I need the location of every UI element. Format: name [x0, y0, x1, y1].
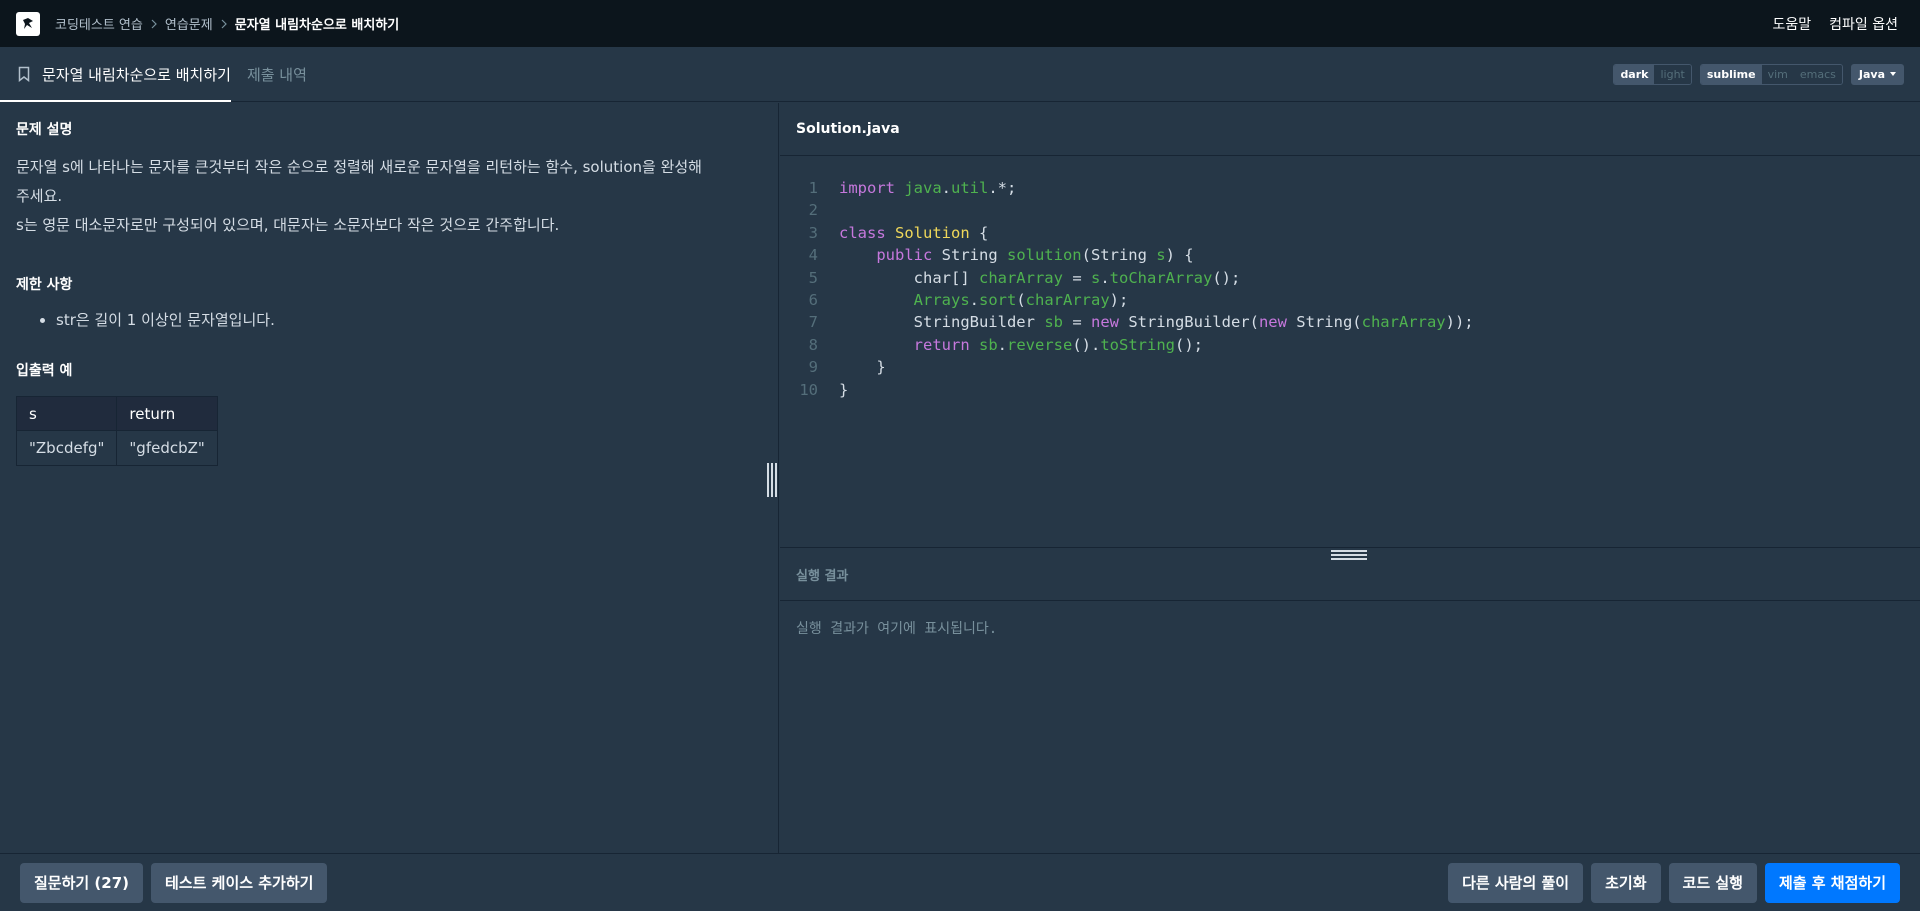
code-editor[interactable]: 1 import java.util.*; 2 3 class Solution {…: [780, 157, 1920, 547]
constraint-item: str은 길이 1 이상인 문자열입니다.: [56, 308, 762, 332]
result-title: 실행 결과: [796, 568, 849, 584]
description-line: 주세요.: [16, 187, 63, 205]
help-link[interactable]: 도움말: [1773, 14, 1812, 34]
language-select-value: Java: [1858, 67, 1885, 81]
problem-panel: 문제 설명 문자열 s에 나타나는 문자를 큰것부터 작은 순으로 정렬해 새로…: [0, 103, 779, 853]
io-example-table: s return "Zbcdefg" "gfedcbZ": [15, 396, 219, 466]
line-number: 9: [808, 358, 818, 377]
table-header-s: s: [15, 396, 118, 431]
reset-button[interactable]: 초기화: [1591, 862, 1661, 903]
keymap-sublime-option[interactable]: sublime: [1700, 64, 1762, 84]
table-header-return: return: [116, 396, 219, 431]
description-line: s는 영문 대소문자로만 구성되어 있으며, 대문자는 소문자보다 작은 것으로…: [16, 216, 560, 234]
constraints-title: 제한 사항: [16, 277, 73, 293]
table-cell: "Zbcdefg": [15, 430, 118, 466]
tab-submissions[interactable]: 제출 내역: [247, 47, 307, 101]
theme-light-option[interactable]: light: [1654, 64, 1691, 84]
line-number: 8: [808, 335, 818, 354]
chevron-right-icon: [151, 19, 157, 29]
breadcrumb-current: 문자열 내림차순으로 배치하기: [234, 18, 400, 33]
editor-header: Solution.java: [780, 103, 1920, 156]
keymap-toggle: sublime vim emacs: [1699, 63, 1843, 85]
keymap-vim-option[interactable]: vim: [1761, 64, 1794, 84]
bottom-bar: 질문하기 (27) 테스트 케이스 추가하기 다른 사람의 풀이 초기화 코드 …: [0, 853, 1920, 911]
code-line: 7 StringBuilder sb = new StringBuilder(n…: [780, 311, 1920, 333]
code-line: 9 }: [780, 356, 1920, 378]
line-number: 4: [808, 246, 818, 265]
description-title: 문제 설명: [16, 122, 73, 138]
code-line: 6 Arrays.sort(charArray);: [780, 289, 1920, 311]
code-line: 5 char[] charArray = s.toCharArray();: [780, 267, 1920, 289]
top-nav: 코딩테스트 연습 연습문제 문자열 내림차순으로 배치하기 도움말 컴파일 옵션: [0, 0, 1920, 47]
code-line: 1 import java.util.*;: [780, 177, 1920, 199]
description-line: 문자열 s에 나타나는 문자를 큰것부터 작은 순으로 정렬해 새로운 문자열을…: [16, 158, 702, 176]
compile-options-link[interactable]: 컴파일 옵션: [1829, 14, 1898, 34]
code-line: 3 class Solution {: [780, 222, 1920, 244]
theme-dark-option[interactable]: dark: [1614, 64, 1655, 84]
code-line: 10}: [780, 379, 1920, 401]
line-number: 2: [808, 201, 818, 220]
line-number: 5: [808, 268, 818, 287]
line-number: 6: [808, 290, 818, 309]
others-solutions-button[interactable]: 다른 사람의 풀이: [1448, 862, 1584, 903]
description-text: 문자열 s에 나타나는 문자를 큰것부터 작은 순으로 정렬해 새로운 문자열을…: [16, 153, 762, 240]
vertical-resize-handle[interactable]: [767, 463, 777, 497]
tab-problem[interactable]: 문자열 내림차순으로 배치하기: [0, 47, 231, 102]
line-number: 7: [808, 313, 818, 332]
io-example-title: 입출력 예: [16, 363, 73, 379]
bookmark-icon[interactable]: [18, 66, 30, 82]
tab-submissions-label: 제출 내역: [246, 65, 307, 84]
code-line: 8 return sb.reverse().toString();: [780, 334, 1920, 356]
add-testcase-button[interactable]: 테스트 케이스 추가하기: [151, 862, 328, 903]
programmers-logo-icon[interactable]: [16, 11, 40, 36]
table-row: "Zbcdefg" "gfedcbZ": [15, 430, 219, 466]
result-output: 실행 결과가 여기에 표시됩니다.: [780, 602, 1920, 853]
result-placeholder: 실행 결과가 여기에 표시됩니다.: [796, 621, 998, 637]
line-number: 3: [808, 223, 818, 242]
submit-button[interactable]: 제출 후 채점하기: [1764, 862, 1900, 903]
chevron-right-icon: [221, 19, 227, 29]
line-number: 1: [808, 179, 818, 197]
code-line: 4 public String solution(String s) {: [780, 244, 1920, 266]
ask-question-button[interactable]: 질문하기 (27): [20, 862, 144, 903]
breadcrumb-coding-test[interactable]: 코딩테스트 연습: [55, 14, 143, 33]
language-select[interactable]: Java: [1850, 63, 1904, 85]
breadcrumb-practice[interactable]: 연습문제: [165, 14, 213, 33]
code-line: 2: [780, 199, 1920, 221]
line-number: 10: [799, 380, 818, 399]
tab-bar: 문자열 내림차순으로 배치하기 제출 내역 dark light sublime…: [0, 47, 1920, 102]
editor-filename: Solution.java: [796, 121, 900, 137]
caret-down-icon: [1890, 72, 1896, 76]
keymap-emacs-option[interactable]: emacs: [1793, 64, 1842, 84]
tab-problem-label: 문자열 내림차순으로 배치하기: [42, 65, 231, 84]
theme-toggle: dark light: [1613, 63, 1692, 85]
table-header-row: s return: [15, 396, 219, 431]
constraints-list: str은 길이 1 이상인 문자열입니다.: [16, 308, 762, 332]
table-cell: "gfedcbZ": [116, 430, 219, 466]
result-header: 실행 결과: [780, 548, 1920, 601]
run-code-button[interactable]: 코드 실행: [1668, 862, 1757, 903]
